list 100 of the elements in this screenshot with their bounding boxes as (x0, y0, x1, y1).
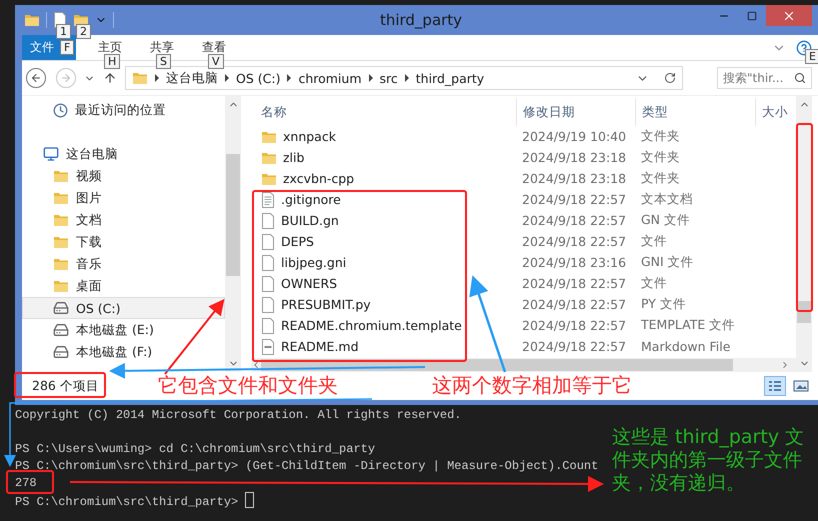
navigation-item[interactable]: 音乐 (22, 253, 225, 275)
navigation-item[interactable]: OS (C:) (22, 297, 225, 319)
type-cell-text: 文件夹 (640, 149, 680, 166)
breadcrumb[interactable]: src (380, 70, 398, 86)
type-cell-text: TEMPLATE 文件 (640, 317, 736, 334)
cursor (245, 492, 254, 508)
close-button[interactable] (766, 5, 812, 26)
navigation-label: OS (C:) (76, 300, 120, 316)
key-tip: H (104, 54, 120, 69)
file-name[interactable]: BUILD.gn (281, 213, 339, 228)
window-title: third_party (380, 11, 462, 29)
help-icon[interactable] (796, 40, 812, 56)
navigation-item[interactable]: 桌面 (22, 275, 225, 297)
address-bar[interactable]: 这台电脑 OS (C:) chromium src third_party (125, 66, 683, 90)
file-icon (261, 276, 275, 292)
file-name[interactable]: DEPS (281, 234, 314, 249)
navigation-label: 桌面 (76, 278, 102, 294)
maximize-icon (747, 10, 757, 20)
file-name[interactable]: zxcvbn-cpp (283, 171, 354, 186)
navigation-label: 本地磁盘 (E:) (76, 322, 154, 338)
file-name[interactable]: .gitignore (281, 192, 341, 207)
navigation-item[interactable]: 视频 (22, 165, 225, 187)
key-tip: E (805, 49, 818, 64)
column-header[interactable]: 类型 (635, 98, 755, 126)
key-tip: V (208, 54, 224, 69)
navigation-item[interactable]: 这台电脑 (22, 143, 225, 165)
folder-icon (53, 190, 69, 206)
folder-icon (53, 234, 69, 250)
navigation-item[interactable]: 最近访问的位置 (22, 99, 225, 121)
file-icon (261, 338, 275, 354)
breadcrumb[interactable]: 这台电脑 (166, 70, 218, 86)
terminal-line: PS C:\Users\wuming> cd C:\chromium\src\third_party (15, 441, 376, 458)
breadcrumb[interactable]: chromium (298, 70, 362, 86)
file-name[interactable]: README.md (281, 339, 359, 354)
navigation-label: 本地磁盘 (F:) (76, 344, 152, 360)
navigation-label: 文档 (76, 212, 102, 228)
file-name[interactable]: OWNERS (281, 276, 338, 291)
navigation-label: 这台电脑 (66, 146, 118, 162)
drive-icon (53, 344, 69, 360)
date-cell-text: 2024/9/18 22:57 (521, 192, 626, 207)
breadcrumb-arrow-icon[interactable] (368, 74, 373, 82)
back-button[interactable] (26, 68, 46, 88)
file-name[interactable]: PRESUBMIT.py (281, 297, 371, 312)
folder-icon (24, 12, 40, 28)
date-cell-text: 2024/9/18 23:16 (521, 255, 626, 270)
navigation-item[interactable]: 文档 (22, 209, 225, 231)
list-icon (768, 380, 782, 392)
file-name[interactable]: xnnpack (283, 129, 336, 144)
date-cell-text: 2024/9/18 22:57 (521, 213, 626, 228)
type-cell-text: 文件夹 (640, 170, 680, 187)
type-cell-text: 文本文档 (640, 191, 693, 208)
terminal-line: PS C:\chromium\src\third_party> (15, 492, 254, 511)
breadcrumb-arrow-icon[interactable] (225, 74, 229, 82)
refresh-icon[interactable] (664, 72, 676, 84)
breadcrumb-arrow-icon[interactable] (404, 74, 409, 82)
type-cell-text: GN 文件 (640, 212, 690, 229)
terminal-line: Copyright (C) 2014 Microsoft Corporation. All rights reserved. (15, 407, 462, 424)
terminal-line: PS C:\chromium\src\third_party> (Get-ChildItem -Directory | Measure-Object).Count (15, 458, 598, 475)
date-cell-text: 2024/9/18 22:57 (521, 339, 626, 354)
date-cell-text: 2024/9/19 10:40 (521, 129, 626, 144)
file-name[interactable]: README.chromium.template (281, 318, 462, 333)
forward-icon (60, 72, 72, 84)
type-cell-text: GNI 文件 (640, 254, 694, 271)
folder-icon (53, 278, 69, 294)
file-icon (261, 212, 275, 228)
drive-icon (53, 322, 69, 338)
file-name[interactable]: zlib (283, 150, 304, 165)
type-cell-text: PY 文件 (640, 296, 686, 313)
folder-icon (53, 212, 69, 228)
navigation-item[interactable]: 下载 (22, 231, 225, 253)
computer-icon (43, 146, 59, 162)
navigation-label: 下载 (76, 234, 102, 250)
key-tip: F (60, 40, 74, 55)
breadcrumb[interactable]: OS (C:) (236, 70, 280, 86)
column-header[interactable]: 名称 (251, 98, 516, 126)
type-cell-text: Markdown File (640, 339, 730, 354)
breadcrumb-arrow-icon[interactable] (287, 74, 292, 82)
navigation-item[interactable]: 本地磁盘 (E:) (22, 319, 225, 341)
type-cell-text: 文件 (640, 233, 667, 250)
up-icon[interactable] (103, 71, 117, 85)
navigation-item[interactable]: 图片 (22, 187, 225, 209)
folder-icon (53, 168, 69, 184)
search-field[interactable]: 搜索"thir... (717, 67, 812, 89)
clock-icon (53, 102, 68, 118)
details-view-button[interactable] (764, 376, 786, 396)
image-icon (793, 380, 809, 392)
breadcrumb[interactable]: third_party (416, 70, 484, 86)
item-count: 286 个项目 (32, 378, 99, 394)
type-cell-text: 文件夹 (640, 128, 680, 145)
breadcrumb-arrow-icon[interactable] (155, 74, 159, 82)
search-icon (794, 72, 806, 84)
navigation-label: 视频 (76, 168, 102, 184)
file-name[interactable]: libjpeg.gni (281, 255, 346, 270)
navigation-item[interactable]: 本地磁盘 (F:) (22, 341, 225, 363)
scrollbar[interactable] (225, 96, 241, 372)
column-header[interactable]: 修改日期 (516, 98, 635, 126)
annotation-text: 这两个数字相加等于它 (432, 373, 633, 397)
key-tip: S (156, 54, 171, 69)
scroll-thumb[interactable] (226, 154, 240, 276)
highlight-frame (6, 470, 54, 494)
